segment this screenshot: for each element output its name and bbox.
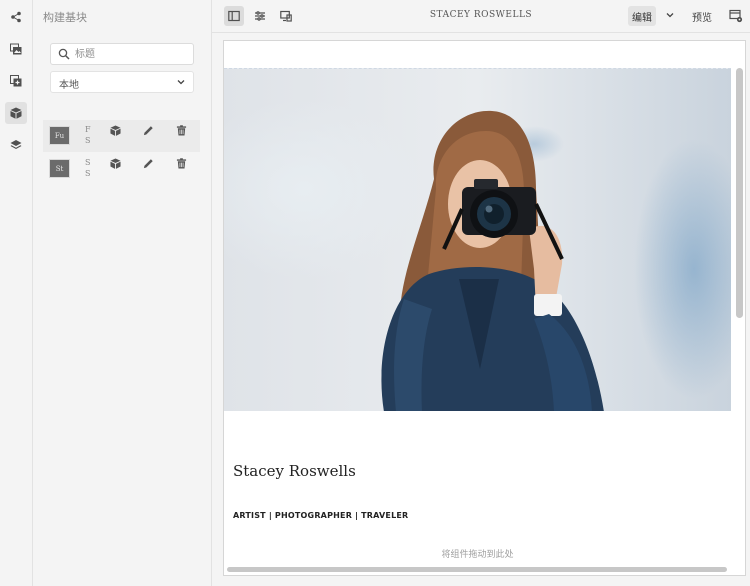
editor-app: 构建基块 本地 Fu FS St SS	[0, 0, 750, 586]
building-blocks-panel: 构建基块 本地 Fu FS St SS	[33, 0, 212, 586]
search-input[interactable]	[75, 46, 185, 62]
source-select[interactable]: 本地	[50, 71, 194, 93]
toggle-side-panel-button[interactable]	[224, 6, 244, 26]
top-toolbar: STACEY ROSWELLS 编辑 预览	[212, 0, 750, 33]
sliders-icon	[255, 11, 265, 21]
preview-button[interactable]: 预览	[692, 9, 712, 24]
edit-icon[interactable]	[142, 124, 155, 137]
fragment-thumbnail: Fu	[49, 126, 70, 145]
edit-mode-button[interactable]: 编辑	[628, 6, 656, 26]
vertical-scrollbar[interactable]	[736, 68, 743, 318]
page-info-icon[interactable]	[729, 9, 743, 23]
fragment-name: FS	[85, 125, 91, 145]
page-canvas[interactable]: Stacey Roswells ARTIST | PHOTOGRAPHER | …	[223, 40, 746, 576]
delete-icon[interactable]	[175, 124, 188, 137]
chevron-down-icon[interactable]	[665, 9, 675, 21]
emulator-button[interactable]	[276, 6, 296, 26]
delete-icon[interactable]	[175, 157, 188, 170]
side-panel-icon	[228, 10, 240, 22]
assets-icon[interactable]	[5, 38, 27, 60]
share-icon[interactable]	[5, 6, 27, 28]
side-rail	[0, 0, 33, 586]
building-blocks-icon[interactable]	[5, 102, 27, 124]
source-select-value: 本地	[59, 80, 79, 91]
fragment-item[interactable]: St SS	[43, 153, 200, 185]
horizontal-scrollbar[interactable]	[227, 567, 727, 572]
fragment-item[interactable]: Fu FS	[43, 120, 200, 152]
profile-name[interactable]: Stacey Roswells	[233, 462, 356, 480]
chevron-down-icon	[177, 80, 185, 85]
fragment-block-icon[interactable]	[109, 124, 122, 137]
panel-title: 构建基块	[43, 11, 87, 24]
device-preview-icon	[280, 10, 292, 22]
layers-icon[interactable]	[5, 134, 27, 156]
drop-zone[interactable]: 将组件拖动到此处	[224, 547, 731, 560]
components-icon[interactable]	[5, 70, 27, 92]
fragment-thumbnail: St	[49, 159, 70, 178]
fragment-block-icon[interactable]	[109, 157, 122, 170]
search-field[interactable]	[50, 43, 194, 65]
edit-icon[interactable]	[142, 157, 155, 170]
hero-image[interactable]	[224, 68, 731, 411]
page-properties-button[interactable]	[250, 6, 270, 26]
profile-tagline[interactable]: ARTIST | PHOTOGRAPHER | TRAVELER	[233, 511, 408, 520]
search-icon	[58, 48, 70, 60]
photographer-photo	[224, 69, 731, 411]
fragment-name: SS	[85, 158, 91, 178]
